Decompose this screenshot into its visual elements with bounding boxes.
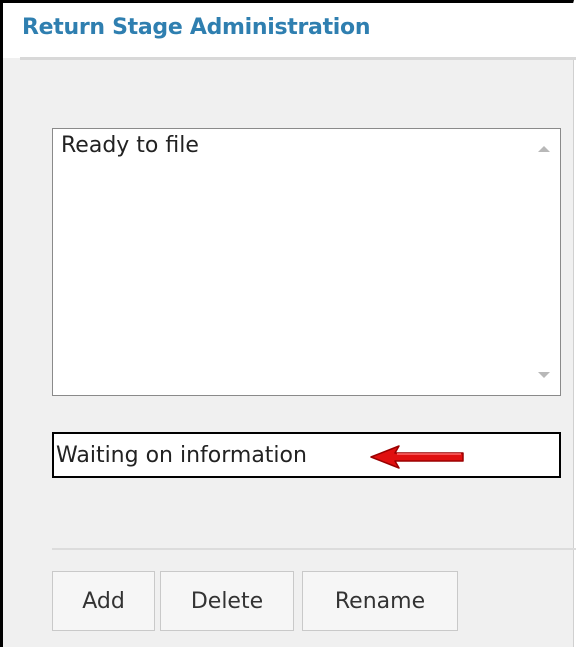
footer-divider bbox=[52, 548, 576, 550]
delete-button[interactable]: Delete bbox=[160, 571, 294, 631]
listbox-scrollbar[interactable] bbox=[528, 129, 560, 395]
scroll-down-icon[interactable] bbox=[538, 372, 550, 378]
title-bar: Return Stage Administration bbox=[3, 3, 574, 58]
return-stage-dialog: Return Stage Administration Ready to fil… bbox=[0, 0, 576, 647]
red-arrow-icon bbox=[370, 445, 464, 469]
dialog-title: Return Stage Administration bbox=[22, 15, 371, 40]
rename-button[interactable]: Rename bbox=[302, 571, 458, 631]
title-divider bbox=[20, 57, 576, 60]
scroll-up-icon[interactable] bbox=[538, 146, 550, 152]
list-item[interactable]: Ready to file bbox=[61, 133, 199, 158]
stage-name-input[interactable] bbox=[52, 432, 561, 478]
stage-listbox[interactable]: Ready to file bbox=[52, 128, 561, 396]
add-button[interactable]: Add bbox=[52, 571, 155, 631]
